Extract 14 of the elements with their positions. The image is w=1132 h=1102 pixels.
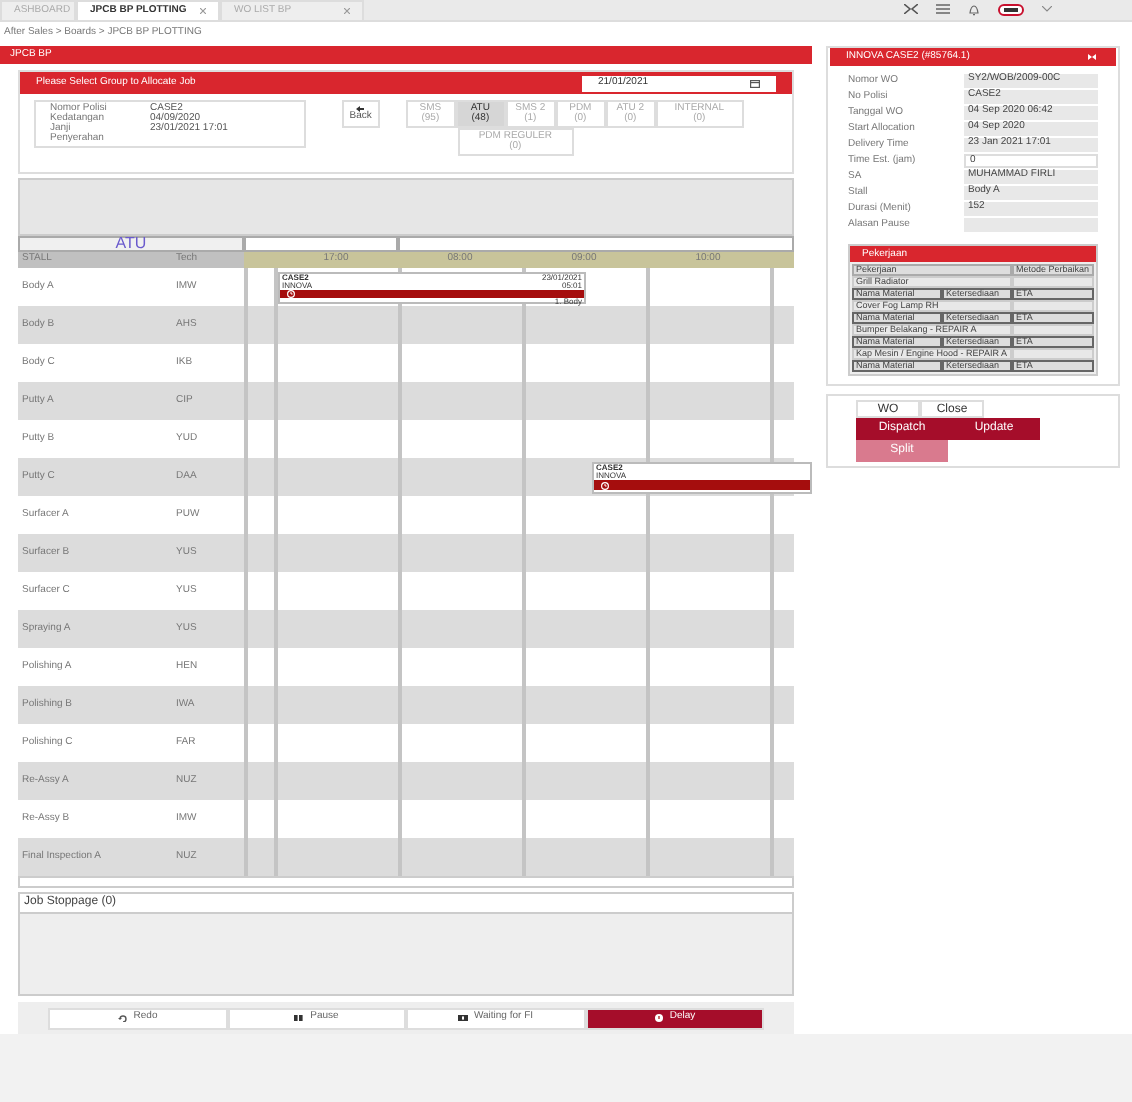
chevron-down-icon xyxy=(1042,6,1052,12)
group-title: ATU xyxy=(18,236,244,252)
alert-icon xyxy=(653,1014,664,1022)
pause-icon xyxy=(294,1014,305,1022)
arrow-left-icon xyxy=(356,106,365,112)
avatar-icon xyxy=(998,3,1024,15)
expand-icon xyxy=(904,4,918,14)
clock-icon xyxy=(286,290,296,298)
menu-icon xyxy=(936,4,950,14)
calendar-icon xyxy=(750,79,760,87)
bell-icon xyxy=(968,3,980,15)
clock-icon xyxy=(600,481,610,489)
redo-icon xyxy=(117,1014,128,1022)
truck-icon xyxy=(457,1014,468,1022)
